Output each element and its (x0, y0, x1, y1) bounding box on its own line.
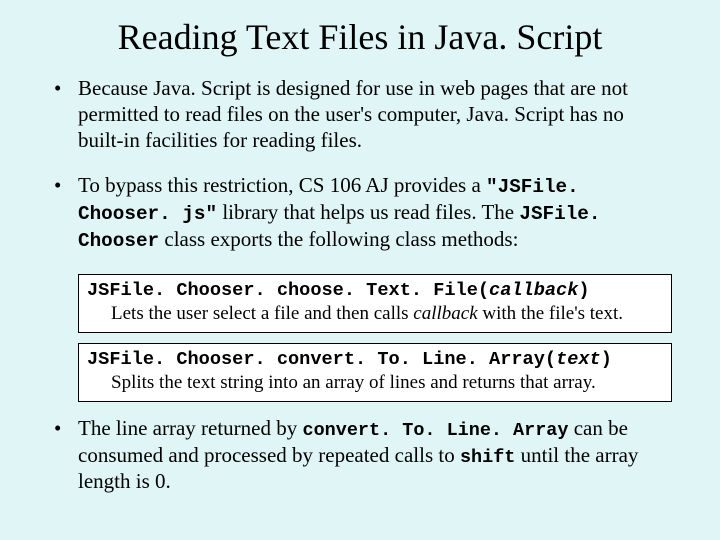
bullet-list: Because Java. Script is designed for use… (48, 76, 672, 254)
method-2-desc: Splits the text string into an array of … (111, 372, 596, 393)
bullet-3-code2: shift (460, 447, 515, 468)
method-box-1: JSFile. Chooser. choose. Text. File(call… (78, 274, 672, 333)
method-2-sig-pre: JSFile. Chooser. convert. To. Line. Arra… (87, 348, 556, 370)
bullet-1: Because Java. Script is designed for use… (48, 76, 672, 153)
method-1-signature: JSFile. Chooser. choose. Text. File(call… (87, 279, 663, 302)
method-2-signature: JSFile. Chooser. convert. To. Line. Arra… (87, 348, 663, 371)
method-1-description: Lets the user select a file and then cal… (87, 302, 663, 326)
method-1-sig-post: ) (578, 279, 589, 301)
bullet-2: To bypass this restriction, CS 106 AJ pr… (48, 173, 672, 253)
method-1-desc-pre: Lets the user select a file and then cal… (111, 303, 413, 324)
method-1-desc-post: with the file's text. (478, 303, 623, 324)
method-1-sig-pre: JSFile. Chooser. choose. Text. File( (87, 279, 489, 301)
method-2-sig-post: ) (601, 348, 612, 370)
bullet-list-2: The line array returned by convert. To. … (48, 416, 672, 495)
slide-title: Reading Text Files in Java. Script (48, 16, 672, 58)
bullet-2-mid: library that helps us read files. The (217, 200, 519, 224)
bullet-3-code1: convert. To. Line. Array (302, 420, 568, 441)
method-1-desc-arg: callback (413, 303, 477, 324)
bullet-3-pre: The line array returned by (78, 416, 302, 440)
bullet-1-text: Because Java. Script is designed for use… (78, 76, 628, 152)
slide: Reading Text Files in Java. Script Becau… (0, 0, 720, 540)
bullet-2-post: class exports the following class method… (159, 227, 518, 251)
method-2-sig-arg: text (556, 348, 601, 370)
bullet-3: The line array returned by convert. To. … (48, 416, 672, 495)
method-1-sig-arg: callback (489, 279, 578, 301)
bullet-2-pre: To bypass this restriction, CS 106 AJ pr… (78, 173, 486, 197)
method-2-description: Splits the text string into an array of … (87, 371, 663, 395)
method-box-2: JSFile. Chooser. convert. To. Line. Arra… (78, 343, 672, 402)
